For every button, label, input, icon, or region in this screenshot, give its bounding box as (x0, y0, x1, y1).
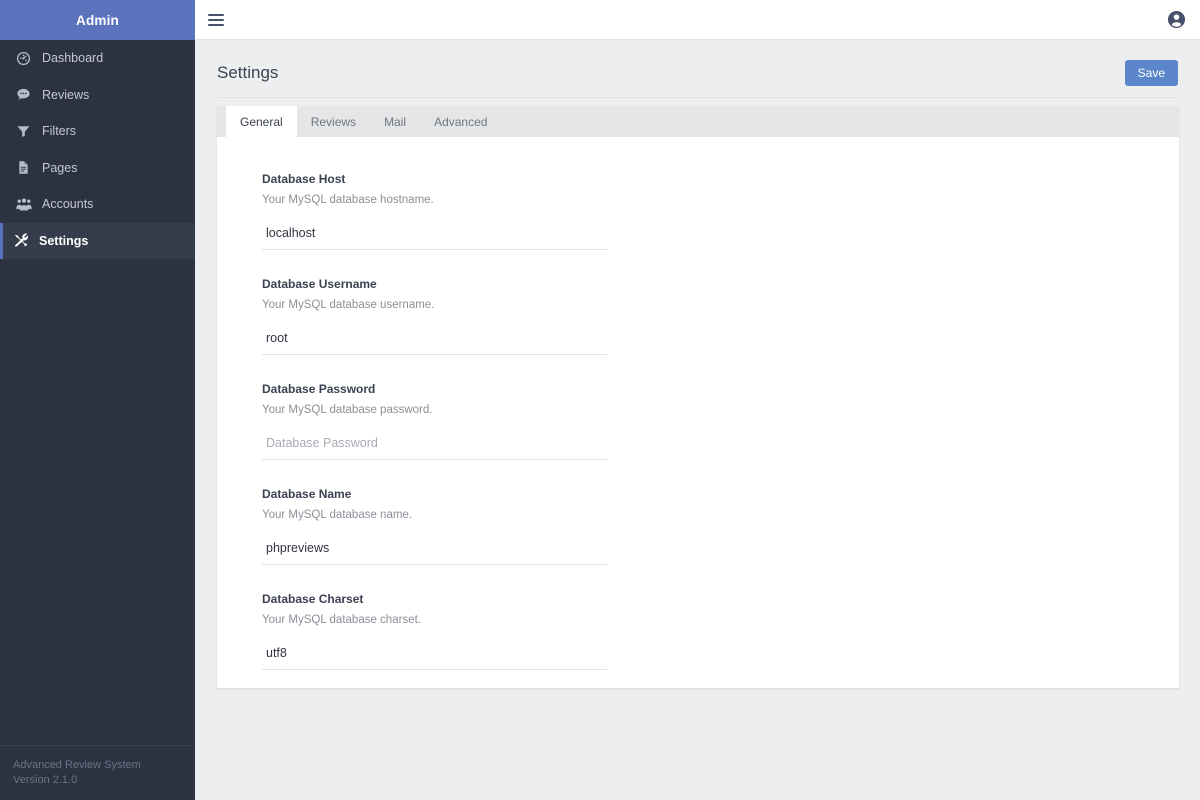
hamburger-bar (208, 23, 224, 26)
field-database-password: Database Password Your MySQL database pa… (262, 381, 1179, 460)
tab-general[interactable]: General (226, 106, 297, 137)
sidebar-footer: Advanced Review System Version 2.1.0 (0, 745, 195, 800)
field-label: Database Charset (262, 592, 364, 606)
sidebar-item-label: Filters (42, 124, 77, 139)
users-group-icon (16, 197, 42, 212)
tab-label: General (240, 114, 283, 129)
app-root: Admin Dashboard Reviews Filters Pages Ac… (0, 0, 1200, 800)
database-host-input[interactable] (262, 218, 607, 250)
database-username-input[interactable] (262, 323, 607, 355)
page-title: Settings (217, 63, 279, 82)
tab-advanced[interactable]: Advanced (420, 106, 501, 137)
database-name-input[interactable] (262, 533, 607, 565)
field-label: Database Password (262, 382, 376, 396)
document-page-icon (16, 160, 42, 175)
settings-tabs: General Reviews Mail Advanced (217, 106, 1179, 137)
sidebar-item-label: Pages (42, 160, 78, 175)
field-label: Database Username (262, 277, 377, 291)
main-area: Settings Save General Reviews Mail Advan… (195, 0, 1200, 800)
funnel-filter-icon (16, 124, 42, 139)
field-help-text: Your MySQL database hostname. (262, 194, 434, 206)
sidebar-item-reviews[interactable]: Reviews (0, 77, 195, 114)
sidebar-item-label: Settings (39, 233, 89, 248)
sidebar-item-label: Accounts (42, 197, 94, 212)
tab-label: Advanced (434, 114, 488, 129)
tab-label: Mail (384, 114, 407, 129)
tab-mail[interactable]: Mail (370, 106, 420, 137)
field-database-charset: Database Charset Your MySQL database cha… (262, 591, 1179, 670)
field-label: Database Name (262, 487, 352, 501)
field-database-name: Database Name Your MySQL database name. (262, 486, 1179, 565)
sidebar-footer-product: Advanced Review System (13, 759, 141, 771)
dashboard-gauge-icon (16, 51, 42, 66)
sidebar-item-label: Dashboard (42, 51, 104, 66)
sidebar-item-settings[interactable]: Settings (0, 222, 195, 259)
sidebar-brand: Admin (0, 0, 195, 40)
field-help-text: Your MySQL database username. (262, 299, 435, 311)
sidebar-brand-label: Admin (76, 12, 119, 28)
save-button[interactable]: Save (1124, 60, 1178, 86)
tab-label: Reviews (310, 114, 357, 129)
hamburger-menu-icon[interactable] (205, 9, 227, 31)
field-help-text: Your MySQL database charset. (262, 614, 421, 626)
sidebar: Admin Dashboard Reviews Filters Pages Ac… (0, 0, 195, 800)
field-database-username: Database Username Your MySQL database us… (262, 276, 1179, 355)
settings-card: General Reviews Mail Advanced Database H… (217, 106, 1179, 688)
tab-reviews[interactable]: Reviews (297, 106, 370, 137)
hamburger-bar (208, 13, 224, 16)
account-circle-icon[interactable] (1167, 10, 1186, 29)
comment-bubble-icon (16, 87, 42, 102)
topbar (195, 0, 1200, 40)
field-help-text: Your MySQL database name. (262, 509, 413, 521)
sidebar-item-label: Reviews (42, 87, 90, 102)
sidebar-item-filters[interactable]: Filters (0, 113, 195, 150)
sidebar-item-dashboard[interactable]: Dashboard (0, 40, 195, 77)
sidebar-item-pages[interactable]: Pages (0, 150, 195, 187)
page-header: Settings Save (195, 40, 1200, 86)
database-password-input[interactable] (262, 428, 607, 460)
field-database-host: Database Host Your MySQL database hostna… (262, 171, 1179, 250)
field-label: Database Host (262, 172, 346, 186)
database-charset-input[interactable] (262, 638, 607, 670)
sidebar-item-accounts[interactable]: Accounts (0, 186, 195, 223)
hamburger-bar (208, 18, 224, 21)
tools-wrench-screwdriver-icon (13, 233, 39, 249)
sidebar-nav: Dashboard Reviews Filters Pages Accounts… (0, 40, 195, 259)
general-settings-form: Database Host Your MySQL database hostna… (217, 137, 1179, 670)
settings-card-wrapper: General Reviews Mail Advanced Database H… (195, 98, 1200, 688)
sidebar-footer-version: Version 2.1.0 (13, 774, 78, 786)
field-help-text: Your MySQL database password. (262, 404, 433, 416)
